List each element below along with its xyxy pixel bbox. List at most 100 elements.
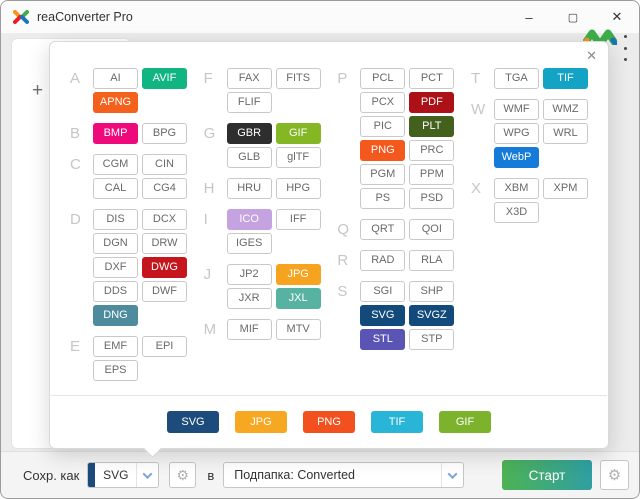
- format-jxr[interactable]: JXR: [227, 288, 272, 309]
- output-settings-button[interactable]: ⚙: [600, 460, 629, 490]
- format-cin[interactable]: CIN: [142, 154, 187, 175]
- format-hru[interactable]: HRU: [227, 178, 272, 199]
- format-x3d[interactable]: X3D: [494, 202, 539, 223]
- format-gltf[interactable]: glTF: [276, 147, 321, 168]
- format-dwg[interactable]: DWG: [142, 257, 187, 278]
- format-fits[interactable]: FITS: [276, 68, 321, 89]
- format-gbr[interactable]: GBR: [227, 123, 272, 144]
- quick-format-tif[interactable]: TIF: [371, 411, 423, 433]
- group-letter-w: W: [471, 99, 487, 168]
- format-pgm[interactable]: PGM: [360, 164, 405, 185]
- format-ppm[interactable]: PPM: [409, 164, 454, 185]
- format-wmz[interactable]: WMZ: [543, 99, 588, 120]
- format-cg4[interactable]: CG4: [142, 178, 187, 199]
- format-dis[interactable]: DIS: [93, 209, 138, 230]
- format-pct[interactable]: PCT: [409, 68, 454, 89]
- output-format-combo[interactable]: SVG: [87, 462, 159, 488]
- format-svg[interactable]: SVG: [360, 305, 405, 326]
- format-epi[interactable]: EPI: [142, 336, 187, 357]
- format-eps[interactable]: EPS: [93, 360, 138, 381]
- format-flif[interactable]: FLIF: [227, 92, 272, 113]
- format-stl[interactable]: STL: [360, 329, 405, 350]
- quick-format-svg[interactable]: SVG: [167, 411, 219, 433]
- format-qoi[interactable]: QOI: [409, 219, 454, 240]
- format-wrl[interactable]: WRL: [543, 123, 588, 144]
- format-iff[interactable]: IFF: [276, 209, 321, 230]
- gear-icon: ⚙: [608, 466, 621, 484]
- add-files-icon[interactable]: +: [32, 81, 43, 100]
- format-wmf[interactable]: WMF: [494, 99, 539, 120]
- format-png[interactable]: PNG: [360, 140, 405, 161]
- format-tga[interactable]: TGA: [494, 68, 539, 89]
- format-apng[interactable]: APNG: [93, 92, 138, 113]
- dialog-close-button[interactable]: ✕: [586, 49, 597, 62]
- quick-format-png[interactable]: PNG: [303, 411, 355, 433]
- format-dgn[interactable]: DGN: [93, 233, 138, 254]
- format-pic[interactable]: PIC: [360, 116, 405, 137]
- format-dng[interactable]: DNG: [93, 305, 138, 326]
- format-psd[interactable]: PSD: [409, 188, 454, 209]
- format-ps[interactable]: PS: [360, 188, 405, 209]
- format-dxf[interactable]: DXF: [93, 257, 138, 278]
- format-gif[interactable]: GIF: [276, 123, 321, 144]
- chevron-down-icon: [448, 469, 458, 479]
- format-dds[interactable]: DDS: [93, 281, 138, 302]
- format-pcl[interactable]: PCL: [360, 68, 405, 89]
- format-bpg[interactable]: BPG: [142, 123, 187, 144]
- format-stp[interactable]: STP: [409, 329, 454, 350]
- format-dcx[interactable]: DCX: [142, 209, 187, 230]
- minimize-button[interactable]: –: [507, 1, 551, 33]
- format-fax[interactable]: FAX: [227, 68, 272, 89]
- format-dwf[interactable]: DWF: [142, 281, 187, 302]
- quick-format-row: SVG JPG PNG TIF GIF: [50, 411, 608, 433]
- format-settings-button[interactable]: ⚙: [169, 462, 196, 488]
- format-hpg[interactable]: HPG: [276, 178, 321, 199]
- format-iges[interactable]: IGES: [227, 233, 272, 254]
- group-letter-e: E: [70, 336, 86, 381]
- format-ico[interactable]: ICO: [227, 209, 272, 230]
- format-rla[interactable]: RLA: [409, 250, 454, 271]
- app-logo-icon: [13, 9, 29, 25]
- format-avif[interactable]: AVIF: [142, 68, 187, 89]
- format-ai[interactable]: AI: [93, 68, 138, 89]
- format-emf[interactable]: EMF: [93, 336, 138, 357]
- format-mtv[interactable]: MTV: [276, 319, 321, 340]
- format-rad[interactable]: RAD: [360, 250, 405, 271]
- window-title: reaConverter Pro: [37, 10, 133, 24]
- quick-format-jpg[interactable]: JPG: [235, 411, 287, 433]
- format-jpg[interactable]: JPG: [276, 264, 321, 285]
- group-letter-t: T: [471, 68, 487, 89]
- group-letter-x: X: [471, 178, 487, 223]
- format-webp[interactable]: WebP: [494, 147, 539, 168]
- format-cgm[interactable]: CGM: [93, 154, 138, 175]
- in-label: в: [207, 468, 214, 483]
- group-letter-b: B: [70, 123, 86, 144]
- format-combo-chevron[interactable]: [136, 463, 158, 487]
- format-prc[interactable]: PRC: [409, 140, 454, 161]
- format-xpm[interactable]: XPM: [543, 178, 588, 199]
- format-xbm[interactable]: XBM: [494, 178, 539, 199]
- format-glb[interactable]: GLB: [227, 147, 272, 168]
- format-pdf[interactable]: PDF: [409, 92, 454, 113]
- kebab-menu-icon[interactable]: [624, 35, 628, 61]
- quick-format-gif[interactable]: GIF: [439, 411, 491, 433]
- format-drw[interactable]: DRW: [142, 233, 187, 254]
- format-shp[interactable]: SHP: [409, 281, 454, 302]
- format-bmp[interactable]: BMP: [93, 123, 138, 144]
- destination-combo[interactable]: Подпапка: Converted: [223, 462, 464, 488]
- group-letter-i: I: [204, 209, 220, 254]
- format-jxl[interactable]: JXL: [276, 288, 321, 309]
- format-cal[interactable]: CAL: [93, 178, 138, 199]
- group-letter-q: Q: [337, 219, 353, 240]
- format-pcx[interactable]: PCX: [360, 92, 405, 113]
- format-sgi[interactable]: SGI: [360, 281, 405, 302]
- format-wpg[interactable]: WPG: [494, 123, 539, 144]
- format-tif[interactable]: TIF: [543, 68, 588, 89]
- format-jp2[interactable]: JP2: [227, 264, 272, 285]
- format-qrt[interactable]: QRT: [360, 219, 405, 240]
- format-svgz[interactable]: SVGZ: [409, 305, 454, 326]
- format-plt[interactable]: PLT: [409, 116, 454, 137]
- format-mif[interactable]: MIF: [227, 319, 272, 340]
- start-button[interactable]: Старт: [502, 460, 592, 490]
- destination-combo-chevron[interactable]: [441, 463, 463, 487]
